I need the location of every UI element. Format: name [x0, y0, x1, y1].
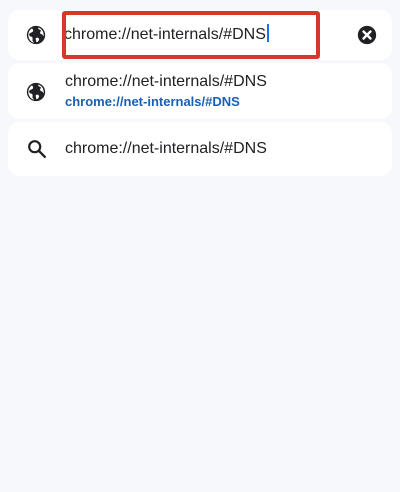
omnibox: chrome://net-internals/#DNS	[8, 10, 392, 60]
clear-icon[interactable]	[356, 24, 378, 46]
suggestion-query: chrome://net-internals/#DNS	[65, 140, 267, 157]
url-input-text: chrome://net-internals/#DNS	[64, 26, 266, 43]
suggestion-title: chrome://net-internals/#DNS	[65, 73, 267, 90]
search-icon	[28, 140, 46, 158]
suggestion-url[interactable]: chrome://net-internals/#DNS chrome://net…	[8, 63, 392, 119]
text-caret	[266, 24, 269, 42]
suggestion-search[interactable]: chrome://net-internals/#DNS	[8, 122, 392, 176]
globe-icon	[26, 25, 46, 45]
suggestion-url-text: chrome://net-internals/#DNS	[65, 94, 240, 109]
url-input[interactable]: chrome://net-internals/#DNS	[64, 23, 314, 47]
globe-icon	[26, 82, 46, 102]
